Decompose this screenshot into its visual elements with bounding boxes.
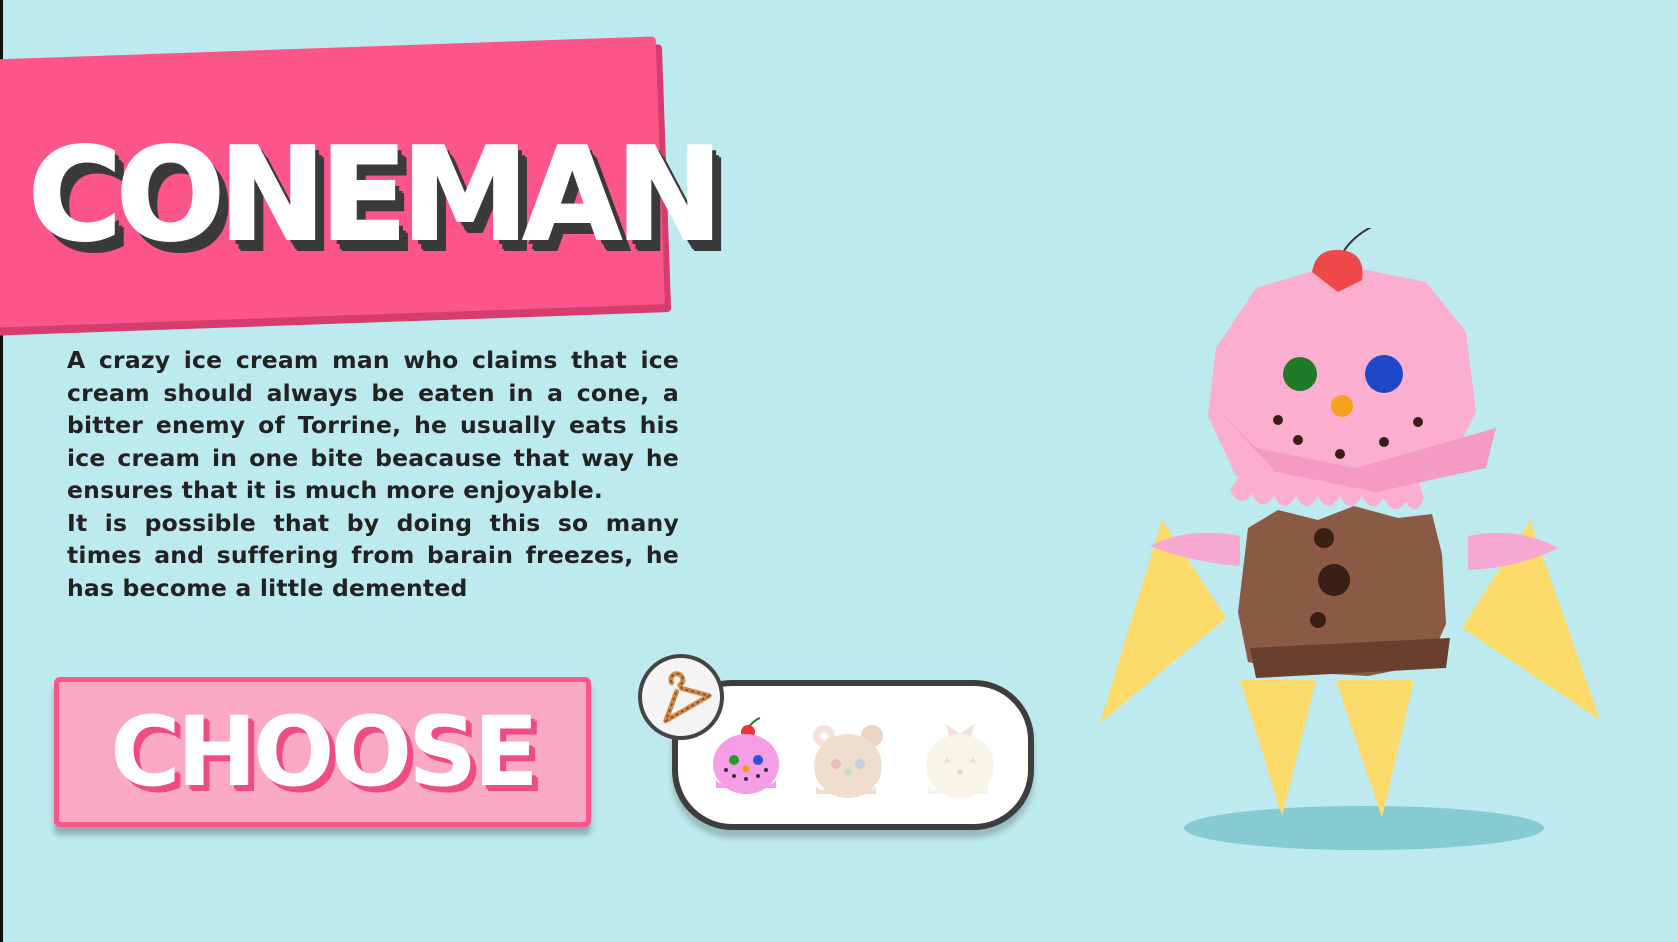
description-paragraph-1: A crazy ice cream man who claims that ic… bbox=[67, 346, 679, 504]
character-description: A crazy ice cream man who claims that ic… bbox=[67, 344, 679, 604]
character-shadow bbox=[1184, 806, 1544, 850]
right-eye bbox=[1365, 355, 1403, 393]
skin-option-cream-bow[interactable] bbox=[922, 716, 998, 806]
description-paragraph-2: It is possible that by doing this so man… bbox=[67, 508, 679, 602]
skin-option-donut-bear[interactable] bbox=[810, 716, 886, 806]
donut-bear-skin-icon bbox=[813, 725, 883, 798]
skin-option-pink-cherry[interactable] bbox=[708, 716, 784, 806]
nose bbox=[1331, 395, 1353, 417]
right-leg-cone bbox=[1336, 680, 1414, 818]
wardrobe-button[interactable] bbox=[638, 654, 724, 740]
character-name: CONEMAN bbox=[27, 121, 724, 270]
left-leg-cone bbox=[1240, 680, 1316, 816]
cream-bow-skin-icon bbox=[926, 724, 994, 798]
character-model-coneman bbox=[1100, 228, 1600, 850]
choose-button[interactable]: CHOOSE bbox=[54, 677, 591, 827]
pink-cherry-scoop-skin-icon bbox=[713, 717, 779, 794]
choose-button-label: CHOOSE bbox=[110, 696, 539, 808]
hanger-icon bbox=[663, 671, 712, 724]
left-eye bbox=[1283, 357, 1317, 391]
